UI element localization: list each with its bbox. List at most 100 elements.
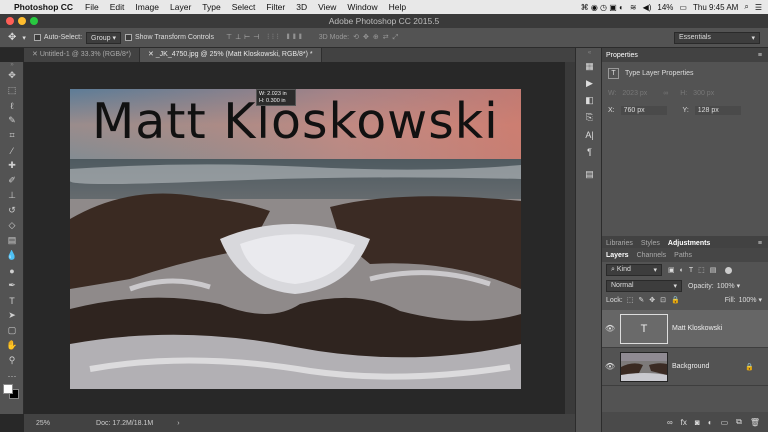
battery-percent[interactable]: 14%: [657, 3, 673, 12]
close-icon[interactable]: ✕: [148, 51, 156, 58]
menu-3d[interactable]: 3D: [296, 2, 307, 12]
align-icons[interactable]: ⊤⊥⊢⊣ ⫶⫶⫶ ⦀⦀⦀: [226, 33, 305, 42]
menu-image[interactable]: Image: [135, 2, 159, 12]
menu-edit[interactable]: Edit: [110, 2, 125, 12]
menu-type[interactable]: Type: [202, 2, 220, 12]
lasso-tool-icon[interactable]: ℓ: [0, 98, 24, 113]
path-select-tool-icon[interactable]: ➤: [0, 308, 24, 323]
zoom-tool-icon[interactable]: ⚲: [0, 353, 24, 368]
type-tool-icon[interactable]: T: [0, 293, 24, 308]
pen-tool-icon[interactable]: ✒: [0, 278, 24, 293]
filter-kind-dropdown[interactable]: ⌕ Kind ▾: [606, 264, 662, 276]
status-icons[interactable]: ⌘ ◉ ◷ ▣ ◐: [581, 3, 624, 12]
gradient-tool-icon[interactable]: ▤: [0, 233, 24, 248]
w-field[interactable]: 2023 px: [622, 90, 647, 97]
marquee-tool-icon[interactable]: ⬚: [0, 83, 24, 98]
healing-brush-tool-icon[interactable]: ✚: [0, 158, 24, 173]
minimize-window-button[interactable]: [18, 17, 26, 25]
strip-collapse-icon[interactable]: «: [576, 48, 603, 58]
quick-select-tool-icon[interactable]: ✎: [0, 113, 24, 128]
y-field[interactable]: 128 px: [694, 106, 741, 115]
tab-layers[interactable]: Layers: [606, 252, 629, 259]
color-swatches[interactable]: [0, 383, 23, 405]
search-icon[interactable]: ⌕: [744, 2, 748, 12]
link-layers-icon[interactable]: ∞: [667, 418, 673, 427]
opacity-dropdown-icon[interactable]: ▾: [737, 282, 741, 290]
new-layer-icon[interactable]: ⧉: [736, 417, 742, 427]
properties-panel-header[interactable]: Properties ≡: [602, 48, 768, 62]
tool-preset-dropdown[interactable]: ▾: [22, 34, 26, 42]
menu-file[interactable]: File: [85, 2, 99, 12]
actions-panel-icon[interactable]: ▶: [576, 75, 603, 92]
menu-list-icon[interactable]: ☰: [755, 3, 762, 12]
volume-icon[interactable]: ◀): [643, 3, 652, 12]
clone-stamp-tool-icon[interactable]: ⊥: [0, 188, 24, 203]
opacity-field[interactable]: 100%: [717, 283, 735, 290]
move-tool-icon[interactable]: ✥: [0, 68, 24, 83]
visibility-eye-icon[interactable]: 👁: [602, 362, 618, 371]
tab-untitled[interactable]: ✕ Untitled-1 @ 33.3% (RGB/8*): [24, 48, 140, 62]
app-menu[interactable]: Photoshop CC: [14, 2, 73, 12]
hand-tool-icon[interactable]: ✋: [0, 338, 24, 353]
menu-view[interactable]: View: [318, 2, 336, 12]
blur-tool-icon[interactable]: 💧: [0, 248, 24, 263]
panel-menu-icon[interactable]: ≡: [758, 52, 762, 59]
fill-field[interactable]: 100%: [739, 297, 757, 304]
x-field[interactable]: 760 px: [620, 106, 667, 115]
auto-select-dropdown[interactable]: Group ▾: [86, 31, 121, 44]
auto-select-checkbox[interactable]: [33, 34, 41, 41]
close-icon[interactable]: ✕: [32, 51, 40, 58]
dodge-tool-icon[interactable]: ●: [0, 263, 24, 278]
foreground-color-swatch[interactable]: [3, 384, 13, 394]
blend-mode-dropdown[interactable]: Normal ▾: [606, 280, 682, 292]
layer-comps-icon[interactable]: ⎘: [576, 109, 603, 126]
menu-filter[interactable]: Filter: [266, 2, 285, 12]
show-transform-checkbox[interactable]: [124, 34, 132, 41]
fx-icon[interactable]: fx: [681, 418, 687, 427]
notes-panel-icon[interactable]: ▤: [576, 166, 603, 183]
3d-mode-icons[interactable]: ⟲✥⊕⇄⤢: [353, 33, 402, 42]
more-tools-icon[interactable]: ···: [0, 368, 24, 383]
status-menu-icon[interactable]: ›: [177, 420, 179, 427]
fill-dropdown-icon[interactable]: ▾: [758, 296, 762, 304]
battery-icon[interactable]: ▭: [679, 3, 687, 12]
crop-tool-icon[interactable]: ⌗: [0, 128, 24, 143]
move-tool-icon[interactable]: ✥: [8, 32, 16, 43]
lock-icon[interactable]: 🔒: [745, 363, 754, 371]
character-panel-icon[interactable]: A|: [576, 126, 603, 143]
layer-name[interactable]: Matt Kloskowski: [672, 325, 722, 332]
zoom-window-button[interactable]: [30, 17, 38, 25]
tab-styles[interactable]: Styles: [641, 240, 660, 247]
wifi-icon[interactable]: ≋: [630, 3, 637, 12]
close-window-button[interactable]: [6, 17, 14, 25]
menu-select[interactable]: Select: [232, 2, 256, 12]
layer-row-type[interactable]: 👁 T Matt Kloskowski: [602, 310, 768, 348]
paragraph-panel-icon[interactable]: ¶: [576, 143, 603, 160]
panel-menu-icon[interactable]: ≡: [758, 240, 762, 247]
filter-type-icons[interactable]: ▣◐T⬚▤: [668, 266, 721, 274]
rectangle-tool-icon[interactable]: ▢: [0, 323, 24, 338]
menu-help[interactable]: Help: [389, 2, 406, 12]
swatches-panel-icon[interactable]: ◧: [576, 92, 603, 109]
tab-libraries[interactable]: Libraries: [606, 240, 633, 247]
document-image[interactable]: Matt Kloskowski: [70, 89, 521, 389]
h-field[interactable]: 300 px: [693, 90, 714, 97]
menu-window[interactable]: Window: [347, 2, 377, 12]
tab-active-document[interactable]: ✕ _JK_4750.jpg @ 25% (Matt Kloskowski, R…: [139, 48, 322, 62]
clock[interactable]: Thu 9:45 AM: [693, 3, 738, 12]
group-folder-icon[interactable]: ▭: [721, 418, 729, 427]
brush-tool-icon[interactable]: ✐: [0, 173, 24, 188]
eyedropper-tool-icon[interactable]: ⁄: [0, 143, 24, 158]
eraser-tool-icon[interactable]: ◇: [0, 218, 24, 233]
layer-row-background[interactable]: 👁 Background 🔒: [602, 348, 768, 386]
lock-icons[interactable]: ⬚✎✥⊡🔒: [627, 296, 685, 304]
link-icon[interactable]: ∞: [663, 90, 668, 97]
trash-icon[interactable]: 🗑: [750, 418, 760, 427]
filter-toggle-icon[interactable]: [725, 266, 733, 274]
layer-mask-icon[interactable]: ◙: [695, 418, 700, 427]
tab-paths[interactable]: Paths: [674, 252, 692, 259]
tab-adjustments[interactable]: Adjustments: [668, 240, 710, 247]
visibility-eye-icon[interactable]: 👁: [602, 324, 618, 333]
adjustment-layer-icon[interactable]: ◐: [708, 418, 713, 427]
history-brush-tool-icon[interactable]: ↺: [0, 203, 24, 218]
